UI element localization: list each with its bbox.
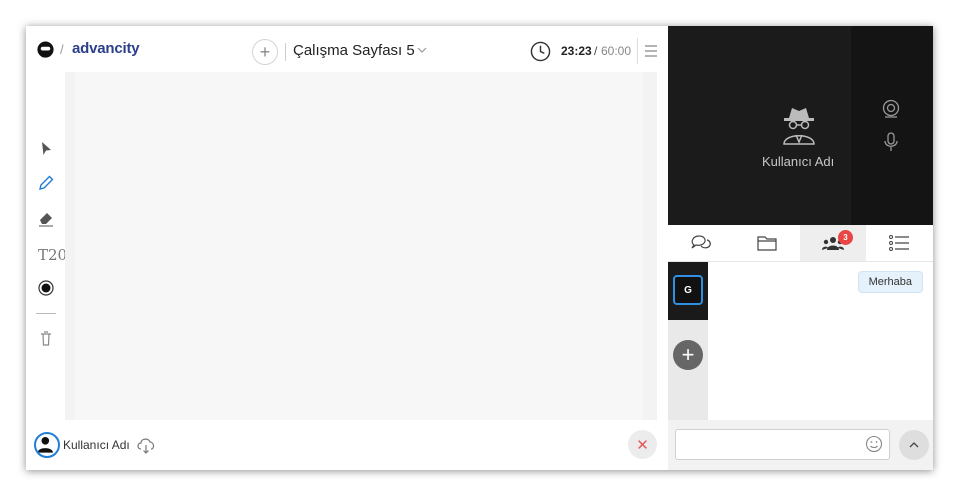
arrow-cursor-icon[interactable] [37, 140, 55, 158]
timer-separator: / [594, 44, 598, 58]
cloud-upload-icon[interactable] [135, 434, 157, 456]
app-window: / advancity + Çalışma Sayfası 5 23:23 / … [26, 26, 933, 470]
close-button[interactable]: ✕ [628, 430, 657, 459]
tab-participants[interactable]: 3 [800, 225, 866, 261]
timer-total: 60:00 [601, 44, 632, 58]
hamburger-menu-icon[interactable] [644, 44, 658, 58]
chat-message: Merhaba [857, 271, 923, 293]
clock-icon [530, 41, 551, 62]
channel-sidebar: G + [668, 262, 708, 420]
tab-files[interactable] [734, 225, 800, 261]
participant-count-badge: 3 [838, 230, 853, 245]
add-channel-button[interactable]: + [673, 340, 703, 370]
tab-list[interactable] [866, 225, 932, 261]
divider [637, 38, 638, 64]
page-title[interactable]: Çalışma Sayfası 5 [293, 42, 415, 59]
message-input[interactable] [675, 429, 890, 460]
canvas-page[interactable] [75, 72, 643, 420]
trash-icon[interactable] [37, 330, 55, 348]
drawing-toolbar: T20 [26, 72, 67, 420]
bottom-bar: Kullanıcı Adı ✕ [26, 420, 668, 470]
video-controls [851, 26, 933, 225]
color-dot-icon[interactable] [37, 279, 55, 297]
tab-chat[interactable] [668, 225, 734, 261]
folder-icon [757, 236, 777, 251]
chat-bubbles-icon [691, 235, 711, 249]
close-icon: ✕ [636, 436, 649, 454]
channel-g-button[interactable]: G [673, 275, 703, 305]
whiteboard-canvas[interactable] [65, 72, 657, 420]
chevron-up-icon [909, 442, 919, 448]
channel-item-active: G [668, 262, 708, 320]
expand-up-button[interactable] [899, 430, 929, 460]
camera-icon[interactable] [881, 99, 901, 119]
side-panel: Kullanıcı Adı 3 G + Merhaba [668, 26, 933, 470]
divider [36, 313, 56, 314]
list-icon [889, 235, 909, 251]
divider [285, 43, 286, 61]
top-bar: / advancity + Çalışma Sayfası 5 23:23 / … [26, 26, 668, 72]
add-page-button[interactable]: + [252, 39, 278, 65]
chevron-down-icon[interactable] [416, 44, 428, 56]
video-panel: Kullanıcı Adı [668, 26, 933, 225]
brand-separator: / [60, 42, 64, 57]
whiteboard-panel: / advancity + Çalışma Sayfası 5 23:23 / … [26, 26, 668, 470]
panel-tabs: 3 [668, 225, 933, 262]
chat-compose [668, 420, 933, 470]
avatar[interactable] [34, 432, 60, 458]
user-name: Kullanıcı Adı [63, 438, 130, 452]
emoji-icon[interactable] [865, 435, 883, 453]
plus-icon: + [259, 42, 271, 62]
pencil-icon[interactable] [37, 174, 55, 192]
brand-name: advancity [72, 40, 140, 57]
microphone-icon[interactable] [882, 132, 900, 152]
timer-current: 23:23 [561, 44, 592, 58]
chat-messages: Merhaba [708, 262, 933, 420]
eraser-icon[interactable] [37, 209, 55, 227]
participant-name: Kullanıcı Adı [762, 154, 835, 169]
user-icon [37, 436, 53, 453]
text-size-icon[interactable]: T20 [38, 246, 67, 264]
incognito-user-icon [783, 108, 815, 145]
logo-icon [37, 41, 54, 58]
